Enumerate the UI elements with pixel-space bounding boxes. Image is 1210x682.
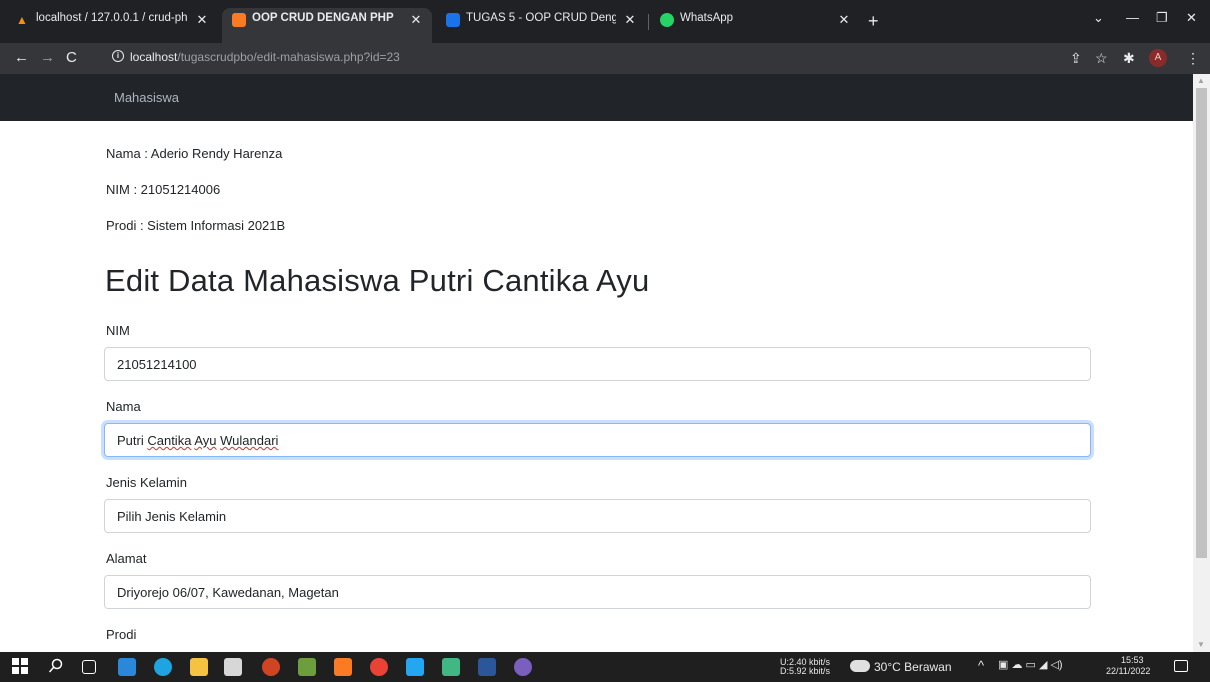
address-url[interactable]: localhost/tugascrudpbo/edit-mahasiswa.ph… [130, 50, 400, 64]
tab-title: WhatsApp [680, 12, 734, 24]
page-title: Edit Data Mahasiswa Putri Cantika Ayu [105, 263, 650, 298]
mail-icon[interactable] [118, 658, 136, 676]
prodi-label: Prodi [106, 627, 137, 642]
info-icon[interactable]: i [112, 50, 124, 62]
tab-phpmyadmin[interactable]: ▲ localhost / 127.0.0.1 / crud-php / ✕ [6, 8, 218, 43]
tab-separator [648, 14, 649, 30]
address-bar[interactable]: i localhost/tugascrudpbo/edit-mahasiswa.… [100, 47, 1110, 70]
clock-date[interactable]: 22/11/2022 [1106, 667, 1150, 676]
windows-start-icon[interactable] [12, 658, 30, 676]
vscode-icon[interactable] [406, 658, 424, 676]
scroll-down-icon[interactable]: ▼ [1197, 640, 1205, 649]
whatsapp-icon [660, 13, 674, 27]
page-content: Nama : Aderio Rendy Harenza NIM : 210512… [0, 121, 1193, 652]
file-explorer-icon[interactable] [190, 658, 208, 676]
task-view-icon[interactable] [82, 660, 96, 674]
alamat-label: Alamat [106, 551, 147, 566]
student-prodi: Prodi : Sistem Informasi 2021B [106, 218, 286, 233]
search-icon[interactable] [48, 658, 66, 676]
notepad-icon[interactable] [224, 658, 242, 676]
menu-icon[interactable]: ⋮ [1186, 50, 1200, 67]
nama-value-prefix: Putri [117, 433, 148, 448]
address-path: /tugascrudpbo/edit-mahasiswa.php?id=23 [177, 50, 400, 64]
xampp-icon[interactable] [334, 658, 352, 676]
forward-icon[interactable]: → [40, 49, 55, 66]
back-icon[interactable]: ← [14, 49, 29, 66]
tab-whatsapp[interactable]: WhatsApp ✕ [650, 8, 860, 43]
app-icon[interactable] [298, 658, 316, 676]
nama-label: Nama [106, 399, 141, 414]
page-navbar: Mahasiswa [0, 74, 1193, 121]
minimize-button[interactable]: — [1126, 10, 1139, 25]
nim-value: 21051214100 [117, 357, 197, 372]
tab-title: TUGAS 5 - OOP CRUD Dengan PH [466, 12, 616, 24]
tab-oop-crud[interactable]: OOP CRUD DENGAN PHP ✕ [222, 8, 432, 43]
share-icon[interactable]: ⇪ [1070, 50, 1082, 67]
new-tab-button[interactable]: + [868, 11, 879, 32]
restore-button[interactable]: ❐ [1156, 10, 1168, 26]
clock-time[interactable]: 15:53 [1121, 656, 1144, 665]
alamat-value: Driyorejo 06/07, Kawedanan, Magetan [117, 585, 339, 600]
reload-icon[interactable]: C [66, 49, 77, 66]
jenis-kelamin-value: Pilih Jenis Kelamin [117, 509, 227, 524]
phpmyadmin-icon: ▲ [16, 13, 28, 27]
weather-text[interactable]: 30°C Berawan [874, 661, 952, 673]
nama-value-word: Cantika [147, 433, 192, 448]
chevron-up-icon[interactable]: ^ [978, 659, 984, 672]
close-icon[interactable]: ✕ [408, 12, 424, 28]
net-down-speed: 5.92 kbit/s [789, 666, 831, 676]
jenis-kelamin-select[interactable]: Pilih Jenis Kelamin [104, 499, 1091, 533]
nim-label: NIM [106, 323, 130, 338]
paint-icon[interactable] [514, 658, 532, 676]
scroll-up-icon[interactable]: ▲ [1197, 76, 1205, 85]
notification-icon[interactable] [1174, 660, 1188, 672]
close-icon[interactable]: ✕ [194, 12, 210, 28]
windows-taskbar: U: D: 2.40 kbit/s 5.92 kbit/s 30°C Beraw… [0, 652, 1210, 682]
close-icon[interactable]: ✕ [836, 12, 852, 28]
student-nim: NIM : 21051214006 [106, 182, 221, 197]
scroll-thumb[interactable] [1196, 88, 1207, 558]
tab-title: localhost / 127.0.0.1 / crud-php / [36, 12, 188, 24]
browser-tab-strip: ▲ localhost / 127.0.0.1 / crud-php / ✕ O… [0, 0, 1210, 43]
nim-input[interactable]: 21051214100 [104, 347, 1091, 381]
nama-input[interactable]: Putri Cantika Ayu Wulandari [104, 423, 1091, 457]
xampp-icon [232, 13, 246, 27]
jenis-kelamin-label: Jenis Kelamin [106, 475, 187, 490]
word-icon[interactable] [478, 658, 496, 676]
powerpoint-icon[interactable] [262, 658, 280, 676]
navbar-brand[interactable]: Mahasiswa [114, 90, 179, 105]
bookmark-star-icon[interactable]: ☆ [1095, 50, 1108, 67]
window-close-button[interactable]: ✕ [1186, 10, 1197, 26]
close-icon[interactable]: ✕ [622, 12, 638, 28]
page-scrollbar[interactable]: ▲ ▼ [1193, 74, 1210, 652]
alamat-input[interactable]: Driyorejo 06/07, Kawedanan, Magetan [104, 575, 1091, 609]
address-host: localhost [130, 50, 178, 64]
tab-tugas5[interactable]: TUGAS 5 - OOP CRUD Dengan PH ✕ [436, 8, 646, 43]
tab-title: OOP CRUD DENGAN PHP [252, 12, 394, 24]
net-down-label: D: [780, 666, 789, 676]
student-nama: Nama : Aderio Rendy Harenza [106, 146, 283, 161]
tab-search-icon[interactable]: ⌄ [1093, 10, 1104, 26]
nama-value-word: Ayu [194, 433, 217, 448]
app-icon-2[interactable] [442, 658, 460, 676]
browser-toolbar: ← → C i localhost/tugascrudpbo/edit-maha… [0, 43, 1210, 74]
profile-avatar[interactable]: A [1149, 49, 1167, 67]
chrome-icon[interactable] [370, 658, 388, 676]
nama-value-word: Wulandari [220, 433, 279, 448]
weather-icon[interactable] [850, 660, 870, 672]
classroom-icon [446, 13, 460, 27]
extensions-icon[interactable]: ✱ [1123, 50, 1135, 67]
edge-icon[interactable] [154, 658, 172, 676]
system-tray-icons[interactable]: ▣ ☁ ▭ ◢ ◁) [998, 660, 1063, 671]
